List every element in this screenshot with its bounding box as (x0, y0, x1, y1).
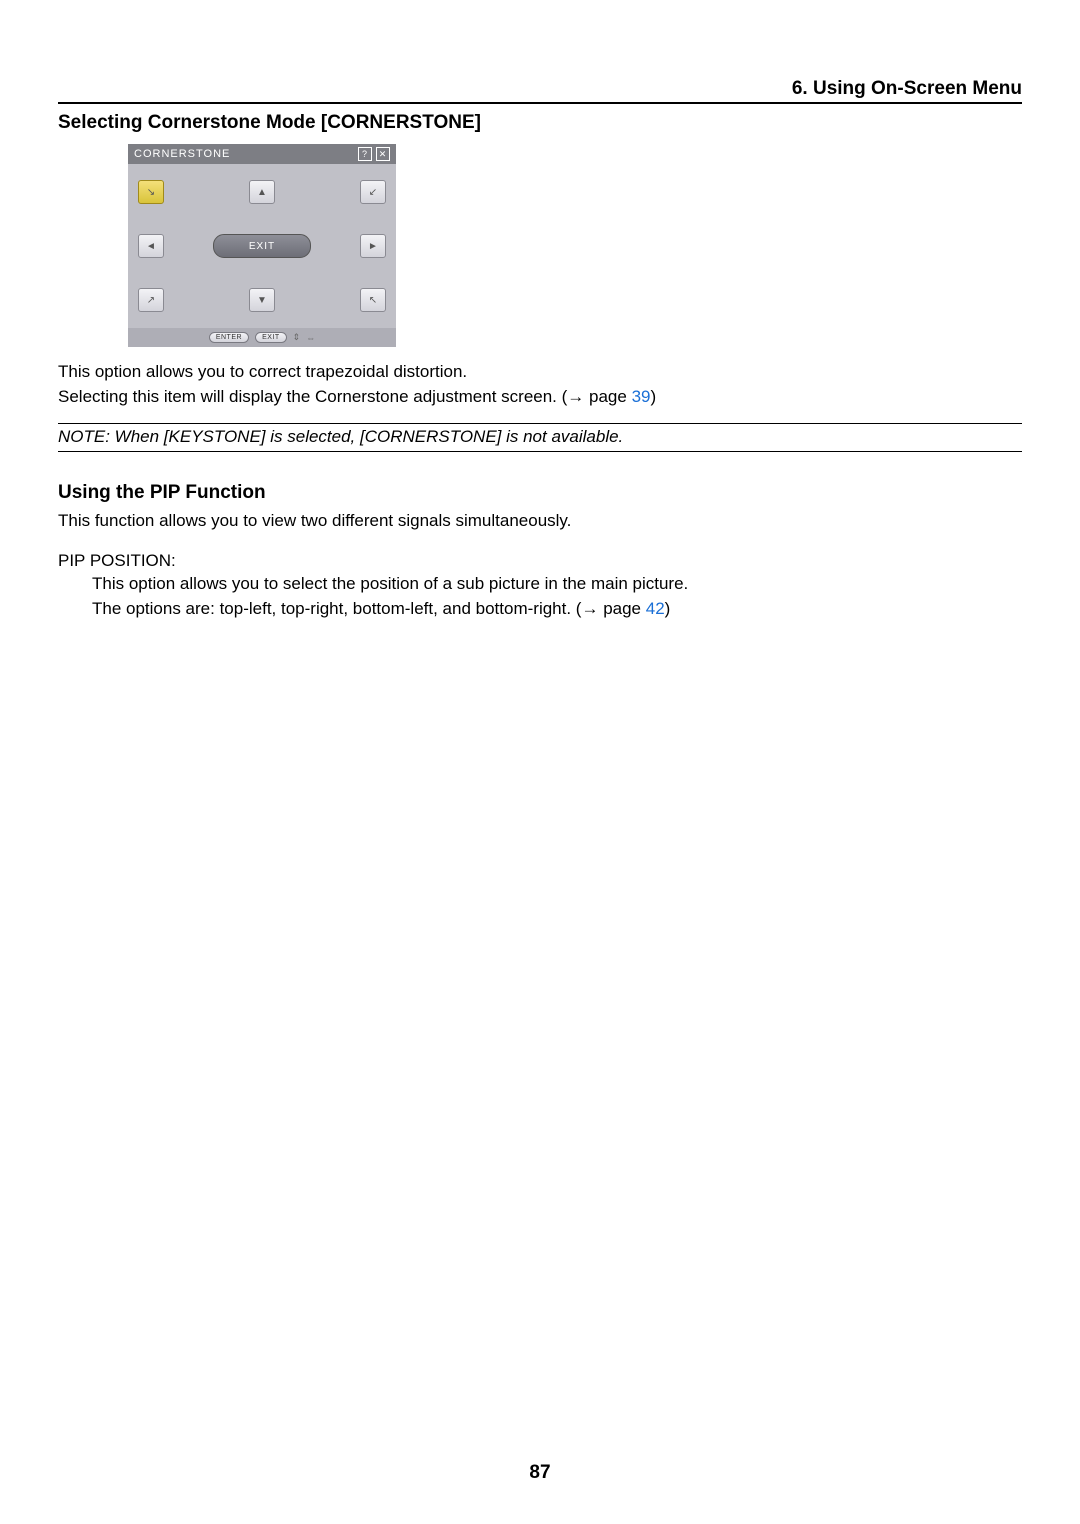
exit-button[interactable]: EXIT (213, 234, 311, 258)
osd-title: CORNERSTONE (134, 148, 230, 160)
osd-footer: ENTER EXIT ⇕ ⇔ (128, 328, 396, 347)
note-keystone: NOTE: When [KEYSTONE] is selected, [CORN… (58, 423, 1022, 452)
cornerstone-osd: CORNERSTONE ? ✕ ↘ ▲ ↙ ◄ EXIT ► ↗ ▼ ↖ (128, 144, 396, 347)
arrow-icon: → (567, 387, 584, 406)
edge-top-button[interactable]: ▲ (249, 180, 275, 204)
footer-updown-icon: ⇕ (293, 332, 301, 343)
pip-position-desc-2: The options are: top-left, top-right, bo… (92, 598, 1022, 621)
footer-leftright-icon: ⇔ (306, 333, 315, 343)
edge-left-button[interactable]: ◄ (138, 234, 164, 258)
page-number: 87 (0, 1462, 1080, 1484)
page-link-42[interactable]: 42 (646, 599, 665, 618)
section-title-cornerstone: Selecting Cornerstone Mode [CORNERSTONE] (58, 112, 1022, 134)
osd-titlebar: CORNERSTONE ? ✕ (128, 144, 396, 164)
osd-body: ↘ ▲ ↙ ◄ EXIT ► ↗ ▼ ↖ (128, 164, 396, 328)
close-icon[interactable]: ✕ (376, 147, 390, 161)
edge-bottom-button[interactable]: ▼ (249, 288, 275, 312)
pip-desc: This function allows you to view two dif… (58, 510, 1022, 533)
corner-bottom-right-button[interactable]: ↖ (360, 288, 386, 312)
page-link-39[interactable]: 39 (632, 387, 651, 406)
pip-position-desc-1: This option allows you to select the pos… (92, 573, 1022, 596)
cornerstone-desc-2: Selecting this item will display the Cor… (58, 386, 1022, 409)
section-title-pip: Using the PIP Function (58, 482, 1022, 504)
pip-position-label: PIP POSITION: (58, 551, 1022, 571)
chapter-title: 6. Using On-Screen Menu (792, 78, 1022, 99)
arrow-icon: → (581, 599, 598, 618)
help-icon[interactable]: ? (358, 147, 372, 161)
footer-enter-label: ENTER (209, 332, 249, 343)
corner-bottom-left-button[interactable]: ↗ (138, 288, 164, 312)
chapter-header: 6. Using On-Screen Menu (58, 78, 1022, 104)
edge-right-button[interactable]: ► (360, 234, 386, 258)
corner-top-left-button[interactable]: ↘ (138, 180, 164, 204)
footer-exit-label: EXIT (255, 332, 287, 343)
cornerstone-desc-1: This option allows you to correct trapez… (58, 361, 1022, 384)
corner-top-right-button[interactable]: ↙ (360, 180, 386, 204)
